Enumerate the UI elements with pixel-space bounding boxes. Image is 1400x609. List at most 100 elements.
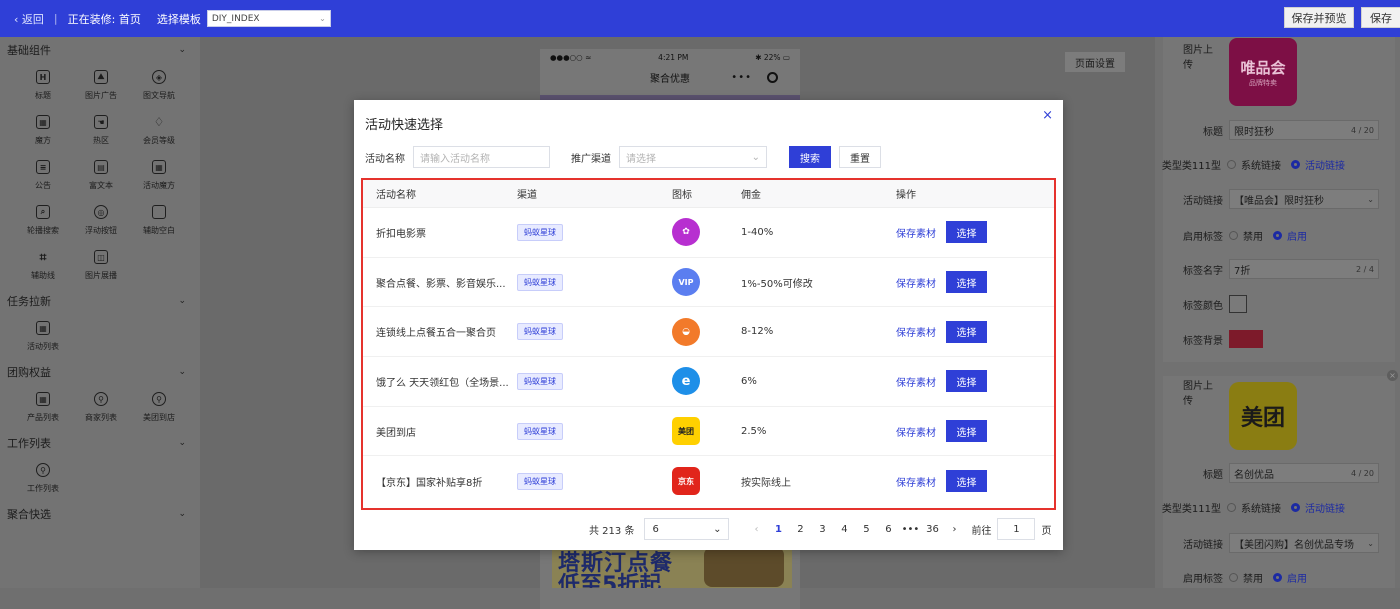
system-link-radio[interactable]: 系统链接 bbox=[1227, 157, 1281, 172]
title-label: 标题 bbox=[1203, 126, 1223, 138]
compass-icon: ◈ bbox=[152, 70, 166, 84]
vip-icon: VIP bbox=[672, 268, 700, 297]
group-header-work[interactable]: 工作列表 ⌄ bbox=[0, 430, 200, 456]
group-header-task[interactable]: 任务拉新 ⌄ bbox=[0, 288, 200, 314]
activity-link-radio[interactable]: 活动链接 bbox=[1291, 157, 1345, 172]
component-item[interactable]: ⛰ 图片广告 bbox=[72, 63, 130, 108]
action-cell: 保存素材 选择 bbox=[896, 370, 1054, 393]
select-button[interactable]: 选择 bbox=[946, 470, 987, 493]
blank-icon bbox=[152, 205, 166, 219]
select-button[interactable]: 选择 bbox=[946, 370, 987, 393]
component-item[interactable]: ⚲ 商家列表 bbox=[72, 385, 130, 430]
component-item[interactable]: ☚ 热区 bbox=[72, 108, 130, 153]
page-number[interactable]: 36 bbox=[921, 524, 943, 535]
component-item[interactable]: H 标题 bbox=[14, 63, 72, 108]
tag-color-picker[interactable] bbox=[1229, 295, 1247, 313]
select-button[interactable]: 选择 bbox=[946, 320, 987, 343]
action-cell: 保存素材 选择 bbox=[896, 221, 1054, 244]
commission-cell: 按实际线上 bbox=[741, 477, 791, 489]
component-item[interactable]: ◎ 浮动按钮 bbox=[72, 198, 130, 243]
save-material-link[interactable]: 保存素材 bbox=[896, 374, 936, 389]
component-item[interactable]: ▦ 活动列表 bbox=[14, 314, 72, 359]
page-number[interactable]: 5 bbox=[855, 524, 877, 535]
component-item[interactable]: ▦ 魔方 bbox=[14, 108, 72, 153]
activity-link-radio[interactable]: 活动链接 bbox=[1291, 500, 1345, 515]
group-header-basic[interactable]: 基础组件 ⌄ bbox=[0, 37, 200, 63]
template-select[interactable]: DIY_INDEX ⌄ bbox=[206, 10, 331, 27]
component-item[interactable]: ▦ 活动魔方 bbox=[130, 153, 188, 198]
save-preview-button[interactable]: 保存并预览 bbox=[1284, 7, 1354, 28]
group-header-aggregate[interactable]: 聚合快选 ⌄ bbox=[0, 501, 200, 527]
page-number[interactable]: 3 bbox=[811, 524, 833, 535]
page-settings-button[interactable]: 页面设置 bbox=[1065, 52, 1125, 72]
icon-cell: VIP bbox=[672, 268, 741, 297]
commission-cell: 2.5% bbox=[741, 425, 767, 437]
system-link-radio[interactable]: 系统链接 bbox=[1227, 500, 1281, 515]
jd-icon: 京东 bbox=[672, 467, 700, 496]
radio-label: 活动链接 bbox=[1305, 160, 1345, 172]
save-material-link[interactable]: 保存素材 bbox=[896, 275, 936, 290]
component-item[interactable]: ⚲ 美团到店 bbox=[130, 385, 188, 430]
save-button[interactable]: 保存 bbox=[1361, 7, 1400, 28]
component-label: 浮动按钮 bbox=[85, 226, 117, 235]
radio-label: 启用 bbox=[1287, 231, 1307, 243]
back-button[interactable]: ‹ 返回 bbox=[14, 11, 44, 27]
save-material-link[interactable]: 保存素材 bbox=[896, 424, 936, 439]
reset-button[interactable]: 重置 bbox=[839, 146, 881, 168]
prev-page-button[interactable]: ‹ bbox=[745, 524, 767, 535]
link-select[interactable]: 【唯品会】限时狂秒 ⌄ bbox=[1229, 189, 1379, 209]
disable-radio[interactable]: 禁用 bbox=[1229, 228, 1263, 243]
enable-radio[interactable]: 启用 bbox=[1273, 570, 1307, 585]
commission-cell: 1-40% bbox=[741, 226, 774, 238]
goto-page-input[interactable]: 1 bbox=[997, 518, 1036, 540]
promo-food-image bbox=[704, 547, 784, 587]
select-button[interactable]: 选择 bbox=[946, 271, 987, 294]
promo-banner: 塔斯汀点餐 低至5折起 bbox=[552, 545, 792, 588]
tagcolor-label: 标签颜色 bbox=[1183, 300, 1223, 312]
tagname-input[interactable]: 7折 2 / 4 bbox=[1229, 259, 1379, 279]
component-item[interactable]: ◫ 图片展播 bbox=[72, 243, 130, 288]
page-number[interactable]: 1 bbox=[767, 524, 789, 535]
link-select[interactable]: 【美团闪购】名创优品专场 ⌄ bbox=[1229, 533, 1379, 553]
component-item[interactable]: 辅助空白 bbox=[130, 198, 188, 243]
select-button[interactable]: 选择 bbox=[946, 420, 987, 443]
title-input[interactable]: 限时狂秒 4 / 20 bbox=[1229, 120, 1379, 140]
channel-select[interactable]: 请选择 ⌄ bbox=[619, 146, 767, 168]
select-button[interactable]: 选择 bbox=[946, 221, 987, 244]
save-material-link[interactable]: 保存素材 bbox=[896, 474, 936, 489]
component-item[interactable]: ▤ 富文本 bbox=[72, 153, 130, 198]
component-item[interactable]: ⚲ 工作列表 bbox=[14, 456, 72, 501]
close-icon[interactable]: × bbox=[1042, 108, 1053, 123]
component-item[interactable]: ⌕ 轮播搜索 bbox=[14, 198, 72, 243]
page-number[interactable]: 2 bbox=[789, 524, 811, 535]
enable-radio[interactable]: 启用 bbox=[1273, 228, 1307, 243]
vip-logo-image[interactable]: 唯品会 品牌特卖 bbox=[1229, 38, 1297, 106]
chevron-down-icon: ⌄ bbox=[713, 523, 722, 535]
save-material-link[interactable]: 保存素材 bbox=[896, 324, 936, 339]
close-icon[interactable]: × bbox=[1387, 370, 1398, 381]
radio-dot bbox=[1273, 572, 1282, 582]
group-title: 工作列表 bbox=[7, 437, 51, 450]
disable-radio[interactable]: 禁用 bbox=[1229, 570, 1263, 585]
activity-name: 饿了么 天天领红包（全场景... bbox=[376, 377, 509, 389]
component-item[interactable]: ⌗ 辅助线 bbox=[14, 243, 72, 288]
channel-cell: 蚂蚁星球 bbox=[517, 273, 672, 291]
meituan-logo-image[interactable]: 美团 bbox=[1229, 382, 1297, 450]
activity-name-input[interactable]: 请输入活动名称 bbox=[413, 146, 550, 168]
chevron-down-icon: ⌄ bbox=[1367, 538, 1374, 548]
search-button[interactable]: 搜索 bbox=[789, 146, 831, 168]
group-header-groupbuy[interactable]: 团购权益 ⌄ bbox=[0, 359, 200, 385]
tag-background-picker[interactable] bbox=[1229, 330, 1263, 348]
component-item[interactable]: ♢ 会员等级 bbox=[130, 108, 188, 153]
next-page-button[interactable]: › bbox=[943, 524, 965, 535]
page-number[interactable]: 6 bbox=[877, 524, 899, 535]
component-item[interactable]: ≡ 公告 bbox=[14, 153, 72, 198]
page-size-select[interactable]: 6 ⌄ bbox=[644, 518, 730, 540]
save-material-link[interactable]: 保存素材 bbox=[896, 225, 936, 240]
more-pages-button[interactable]: ••• bbox=[899, 524, 921, 535]
title-row: 标题 限时狂秒 4 / 20 bbox=[1163, 119, 1379, 141]
component-item[interactable]: ◈ 图文导航 bbox=[130, 63, 188, 108]
title-input[interactable]: 名创优品 4 / 20 bbox=[1229, 463, 1379, 483]
page-number[interactable]: 4 bbox=[833, 524, 855, 535]
component-item[interactable]: ▦ 产品列表 bbox=[14, 385, 72, 430]
